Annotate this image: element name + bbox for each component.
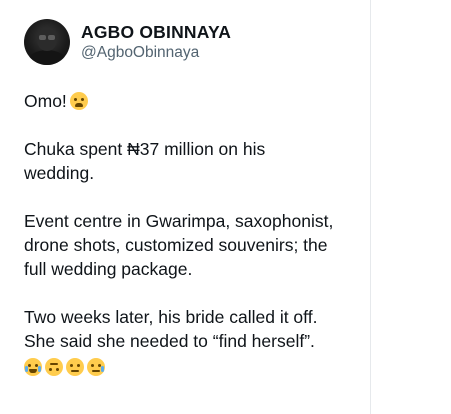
weary-face-emoji (69, 92, 88, 110)
author-handle[interactable]: @AgboObinnaya (81, 43, 231, 63)
para3-line1: Event centre in Gwarimpa, saxophonist, (24, 211, 334, 231)
avatar[interactable] (24, 19, 70, 65)
avatar-shoulders (28, 50, 66, 65)
tweet-card: AGBO OBINNAYA @AgboObinnaya Omo! Chuka s… (24, 16, 364, 377)
para4-line1: Two weeks later, his bride called it off… (24, 307, 318, 327)
tweet-paragraph-3: Event centre in Gwarimpa, saxophonist, d… (24, 209, 364, 281)
column-divider (370, 0, 371, 414)
confused-face-emoji (66, 358, 84, 376)
author-display-name[interactable]: AGBO OBINNAYA (81, 22, 231, 43)
para2-line2: wedding. (24, 163, 95, 183)
tweet-paragraph-2: Chuka spent ₦37 million on his wedding. (24, 137, 364, 185)
tears-of-joy-emoji (24, 358, 42, 376)
para2-line1: Chuka spent ₦37 million on his (24, 139, 266, 159)
para3-line2: drone shots, customized souvenirs; the (24, 235, 328, 255)
omo-text: Omo! (24, 91, 67, 111)
crying-face-emoji (87, 358, 105, 376)
tweet-paragraph-4: Two weeks later, his bride called it off… (24, 305, 364, 353)
trailing-emoji-row (24, 355, 364, 377)
tweet-text: Omo! Chuka spent ₦37 million on his wedd… (24, 89, 364, 377)
avatar-glasses-right (48, 35, 55, 40)
upside-down-face-emoji (45, 358, 63, 376)
para3-line3: full wedding package. (24, 259, 193, 279)
tweet-header: AGBO OBINNAYA @AgboObinnaya (24, 16, 364, 68)
avatar-glasses-left (39, 35, 46, 40)
para4-line2: She said she needed to “find herself”. (24, 331, 315, 351)
author-names: AGBO OBINNAYA @AgboObinnaya (81, 22, 231, 63)
tweet-line-omo: Omo! (24, 89, 364, 113)
